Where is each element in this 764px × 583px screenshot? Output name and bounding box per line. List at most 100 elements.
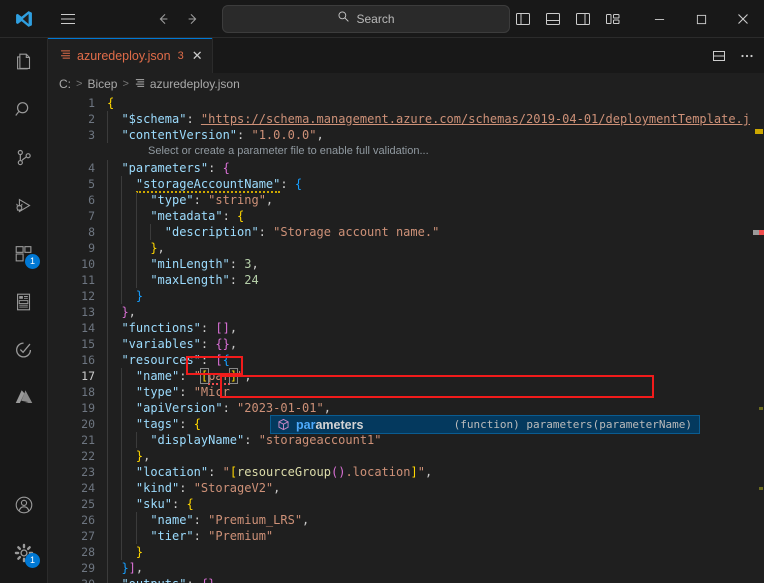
indent-guide (107, 448, 108, 464)
line-number: 20 (81, 417, 95, 431)
indent-guide (121, 544, 123, 560)
indent-guide (135, 208, 137, 224)
close-icon[interactable]: ✕ (192, 49, 203, 62)
code-token: , (143, 449, 151, 463)
toggle-panel[interactable] (538, 0, 568, 38)
sidebar-item-accounts[interactable] (0, 481, 47, 529)
code-line: 28} (48, 544, 764, 560)
search-placeholder: Search (356, 12, 395, 26)
sidebar-item-azure[interactable] (0, 374, 47, 422)
code-token: "tier" (150, 529, 194, 543)
breadcrumb-separator: > (76, 78, 83, 90)
codelens-parameter-file[interactable]: Select or create a parameter file to ena… (48, 143, 764, 160)
line-number: 22 (81, 449, 95, 463)
code-text: } (136, 288, 143, 304)
indent-guide (107, 528, 108, 544)
match-marker (759, 407, 763, 410)
indent-guide (135, 192, 137, 208)
sidebar-item-run-and-debug[interactable] (0, 182, 47, 230)
indent-guide (121, 240, 123, 256)
sidebar-item-source-control[interactable] (0, 134, 47, 182)
code-token: "type" (135, 385, 180, 399)
code-token: , (229, 337, 238, 351)
ellipsis-icon[interactable] (734, 38, 760, 73)
search-input[interactable]: Search (222, 5, 510, 33)
code-token: "https://schema.management.azure.com/sch… (200, 112, 764, 126)
code-editor[interactable]: 1{2 "$schema": "https://schema.management… (48, 95, 764, 583)
code-token: "1.0.0.0" (251, 128, 317, 142)
warning-marker (755, 129, 763, 134)
code-token: "Storage account name." (273, 225, 440, 239)
code-text: "variables": {}, (121, 336, 237, 352)
sidebar-item-azure-resource-groups[interactable] (0, 278, 47, 326)
code-token: .location (345, 465, 411, 479)
code-token: , (424, 465, 433, 479)
code-token: "sku" (135, 497, 172, 511)
code-token: " (222, 465, 230, 479)
sidebar-item-manage-settings[interactable]: 1 (0, 529, 47, 577)
overview-ruler[interactable] (750, 95, 764, 583)
customize-layout[interactable] (598, 0, 628, 38)
code-token: "name" (135, 369, 180, 383)
code-line: 8 "description": "Storage account name." (48, 224, 764, 240)
code-token: "description" (164, 225, 259, 239)
code-token: : (200, 321, 216, 335)
code-text: "sku": { (136, 496, 194, 512)
breadcrumb-item-2[interactable]: azuredeploy.json (134, 77, 240, 91)
breadcrumb-item-0[interactable]: C: (59, 77, 71, 91)
code-token: : (222, 401, 238, 415)
sidebar-item-search[interactable] (0, 86, 47, 134)
indent-guide (121, 208, 123, 224)
indent-guide (121, 288, 123, 304)
arrow-left-icon[interactable] (148, 0, 178, 38)
code-text: "storageAccountName": { (135, 176, 302, 193)
code-token: : (193, 513, 209, 527)
code-line: 25 "sku": { (48, 496, 764, 512)
tab-label: azuredeploy.json (77, 48, 171, 63)
indent-guide (135, 512, 137, 528)
code-token: : (193, 529, 209, 543)
indent-guide (135, 528, 137, 544)
suggestion-widget[interactable]: parameters (function) parameters(paramet… (270, 415, 700, 434)
tab-azuredeploy-json[interactable]: azuredeploy.json 3 ✕ (48, 38, 213, 73)
indent-guide (150, 224, 152, 240)
code-text: "resources": [{ (121, 352, 229, 368)
code-token: "2023-01-01" (237, 401, 324, 415)
sidebar-item-explorer[interactable] (0, 38, 47, 86)
indent-guide (107, 368, 108, 384)
code-text: "displayName": "storageaccount1" (150, 432, 381, 448)
indent-guide (107, 352, 108, 368)
code-token: { (237, 209, 245, 223)
code-token: "resources" (121, 353, 201, 367)
line-number: 17 (81, 369, 95, 383)
sidebar-item-testing[interactable] (0, 326, 47, 374)
toggle-secondary-sidebar[interactable] (568, 0, 598, 38)
sidebar-item-extensions[interactable]: 1 (0, 230, 47, 278)
code-token: , (128, 305, 136, 319)
code-token: "maxLength" (150, 273, 230, 287)
code-text: }, (136, 448, 150, 464)
toggle-primary-sidebar[interactable] (508, 0, 538, 38)
line-number: 3 (88, 128, 95, 142)
code-token: "metadata" (150, 209, 223, 223)
breadcrumb-item-1[interactable]: Bicep (87, 77, 117, 91)
code-line: 23 "location": "[resourceGroup().location… (48, 464, 764, 480)
indent-guide (121, 224, 123, 240)
split-editor-icon[interactable] (706, 38, 732, 73)
line-number: 10 (81, 257, 95, 271)
code-text: "apiVersion": "2023-01-01", (136, 400, 331, 416)
close-button[interactable] (722, 0, 764, 38)
code-token: "Premium_LRS" (208, 513, 303, 527)
code-line: 2 "$schema": "https://schema.management.a… (48, 111, 764, 127)
code-token: : (208, 161, 223, 175)
code-text: "kind": "StorageV2", (136, 480, 281, 496)
hamburger-menu-icon[interactable] (48, 0, 88, 38)
code-token: { (215, 337, 223, 351)
maximize-button[interactable] (680, 0, 722, 38)
line-number: 9 (88, 241, 95, 255)
arrow-right-icon[interactable] (178, 0, 208, 38)
code-token: } (208, 577, 215, 583)
minimize-button[interactable] (638, 0, 680, 38)
code-text: "$schema": "https://schema.management.az… (121, 111, 764, 127)
code-text: "name": "[par]", (135, 368, 252, 385)
